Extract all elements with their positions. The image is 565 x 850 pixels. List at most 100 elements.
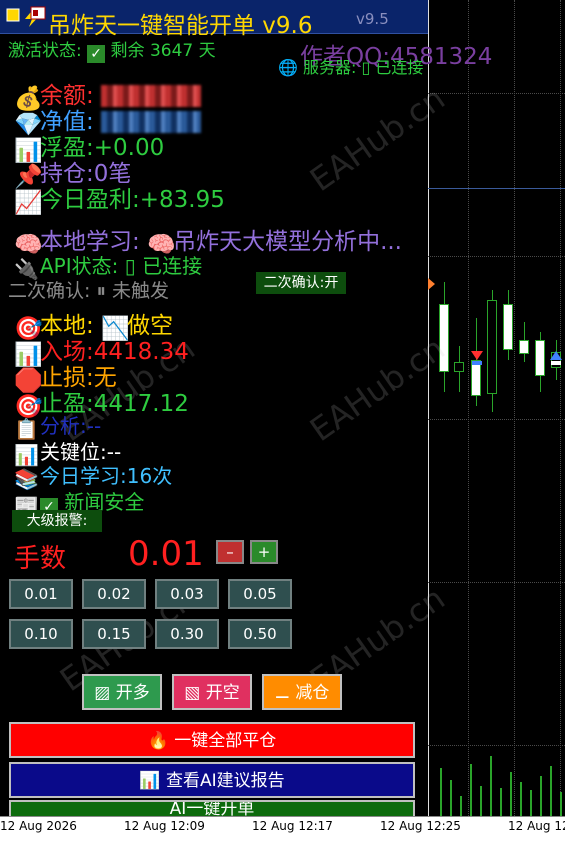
minus-icon: ⚊ bbox=[274, 683, 290, 703]
lot-preset-button[interactable]: 0.05 bbox=[228, 579, 292, 609]
lot-preset-button[interactable]: 0.01 bbox=[9, 579, 73, 609]
lot-preset-button[interactable]: 0.15 bbox=[82, 619, 146, 649]
candle-body bbox=[519, 340, 529, 354]
take-profit-value: 4417.12 bbox=[93, 391, 189, 417]
volume-bar bbox=[470, 764, 472, 816]
activation-status: 激活状态: ✓ 剩余 3647 天 bbox=[8, 36, 216, 63]
server-value: 已连接 bbox=[375, 58, 424, 77]
globe-icon: 🌐 bbox=[278, 58, 298, 77]
study-label: 今日学习: bbox=[40, 464, 127, 488]
volume-bar bbox=[500, 788, 502, 816]
confirm-row: 二次确认: ⏸ 未触发 bbox=[8, 276, 169, 303]
marker-icon bbox=[428, 278, 435, 290]
close-all-button[interactable]: 🔥 一键全部平仓 bbox=[9, 722, 415, 758]
lot-preset-button[interactable]: 0.10 bbox=[9, 619, 73, 649]
reduce-position-button[interactable]: ⚊ 减仓 bbox=[262, 674, 342, 710]
learning-status: 吊炸天大模型分析中... bbox=[173, 229, 402, 255]
volume-bar bbox=[450, 780, 452, 816]
open-short-button[interactable]: ▧ 开空 bbox=[172, 674, 252, 710]
server-label: 服务器: bbox=[303, 58, 357, 77]
volume-bar bbox=[480, 786, 482, 816]
candle-body bbox=[487, 300, 497, 394]
today-profit-label: 今日盈利: bbox=[40, 187, 140, 213]
time-label: 12 Aug 12:09 bbox=[124, 819, 205, 833]
ai-report-button[interactable]: 📊 查看AI建议报告 bbox=[9, 762, 415, 798]
volume-bar bbox=[550, 766, 552, 816]
sell-arrow-icon bbox=[550, 351, 562, 365]
activation-label: 激活状态: bbox=[8, 41, 82, 61]
app-title: 吊炸天一键智能开单 v9.6 bbox=[48, 13, 313, 39]
price-chart[interactable] bbox=[428, 0, 565, 816]
confirm-toggle-button[interactable]: 二次确认:开 bbox=[256, 272, 346, 294]
grid-line bbox=[428, 256, 565, 258]
grid-line bbox=[428, 93, 565, 95]
app-icon bbox=[6, 8, 20, 22]
analysis-label: 分析: bbox=[40, 414, 87, 438]
api-value: 已连接 bbox=[142, 254, 203, 278]
api-indicator-icon: ▯ bbox=[124, 254, 136, 278]
time-axis: 12 Aug 2026 12 Aug 12:09 12 Aug 12:17 12… bbox=[0, 816, 565, 850]
open-short-label: 开空 bbox=[205, 683, 240, 703]
server-status: 🌐 服务器: ▯ 已连接 bbox=[278, 54, 423, 78]
confirm-status: 未触发 bbox=[112, 280, 170, 302]
study-count-row: 📚今日学习:16次 bbox=[14, 460, 173, 491]
sell-arrow-icon bbox=[471, 351, 483, 365]
grid-line bbox=[514, 0, 516, 816]
time-label: 12 Aug 2026 bbox=[0, 819, 77, 833]
api-status-row: 🔌API状态: ▯ 已连接 bbox=[14, 250, 203, 281]
time-label: 12 Aug 12:17 bbox=[252, 819, 333, 833]
title-bar: 吊炸天一键智能开单 v9.6 v9.5 bbox=[0, 0, 428, 39]
grid-line bbox=[560, 0, 562, 816]
analysis-row: 📋分析:-- bbox=[14, 410, 102, 441]
window-icon bbox=[30, 6, 46, 20]
volume-bar bbox=[520, 782, 522, 816]
volume-bar bbox=[540, 776, 542, 816]
volume-bar bbox=[560, 792, 562, 816]
lot-plus-button[interactable]: + bbox=[250, 540, 278, 564]
volume-bar bbox=[490, 756, 492, 816]
today-profit-value: +83.95 bbox=[139, 187, 225, 213]
grid-line bbox=[428, 582, 565, 584]
activation-check-icon: ✓ bbox=[87, 45, 106, 63]
volume-bar bbox=[530, 790, 532, 816]
major-alert-button[interactable]: 大级报警: bbox=[12, 510, 102, 532]
reduce-label: 减仓 bbox=[295, 683, 330, 703]
lot-value: 0.01 bbox=[128, 534, 204, 574]
chart-up-icon: ▨ bbox=[94, 683, 111, 703]
plug-icon: 🔌 bbox=[14, 257, 39, 281]
open-long-button[interactable]: ▨ 开多 bbox=[82, 674, 162, 710]
document-icon: 📋 bbox=[14, 417, 39, 441]
lot-minus-button[interactable]: – bbox=[216, 540, 244, 564]
confirm-label: 二次确认: bbox=[8, 280, 91, 302]
open-long-label: 开多 bbox=[115, 683, 150, 703]
brain-icon: 🧠 bbox=[147, 232, 176, 258]
lot-preset-button[interactable]: 0.50 bbox=[228, 619, 292, 649]
lot-label: 手数 bbox=[14, 544, 67, 574]
time-label: 12 Aug 12: bbox=[508, 819, 565, 833]
candle-body bbox=[503, 304, 513, 350]
price-level-line bbox=[428, 188, 565, 189]
candle-body bbox=[535, 340, 545, 376]
brain-icon: 🧠 bbox=[14, 232, 43, 258]
remaining-unit: 天 bbox=[198, 41, 216, 61]
api-label: API状态: bbox=[40, 254, 119, 278]
remaining-days: 3647 bbox=[149, 41, 194, 61]
grid-line bbox=[428, 419, 565, 421]
close-all-label: 一键全部平仓 bbox=[174, 731, 277, 751]
grid-line bbox=[468, 0, 470, 816]
report-chart-icon: 📊 bbox=[139, 771, 161, 791]
study-value: 16次 bbox=[126, 464, 173, 488]
analysis-value: -- bbox=[86, 414, 102, 438]
lot-preset-button[interactable]: 0.02 bbox=[82, 579, 146, 609]
candle-body bbox=[454, 362, 464, 372]
server-indicator-icon: ▯ bbox=[361, 58, 371, 77]
time-label: 12 Aug 12:25 bbox=[380, 819, 461, 833]
ai-report-label: 查看AI建议报告 bbox=[165, 771, 285, 791]
volume-bar bbox=[460, 796, 462, 816]
today-profit-row: 📈今日盈利:+83.95 bbox=[14, 180, 225, 216]
grid-line bbox=[428, 745, 565, 747]
trend-chart-icon: 📈 bbox=[14, 190, 43, 216]
lot-preset-button[interactable]: 0.03 bbox=[155, 579, 219, 609]
volume-bar bbox=[510, 772, 512, 816]
lot-preset-button[interactable]: 0.30 bbox=[155, 619, 219, 649]
